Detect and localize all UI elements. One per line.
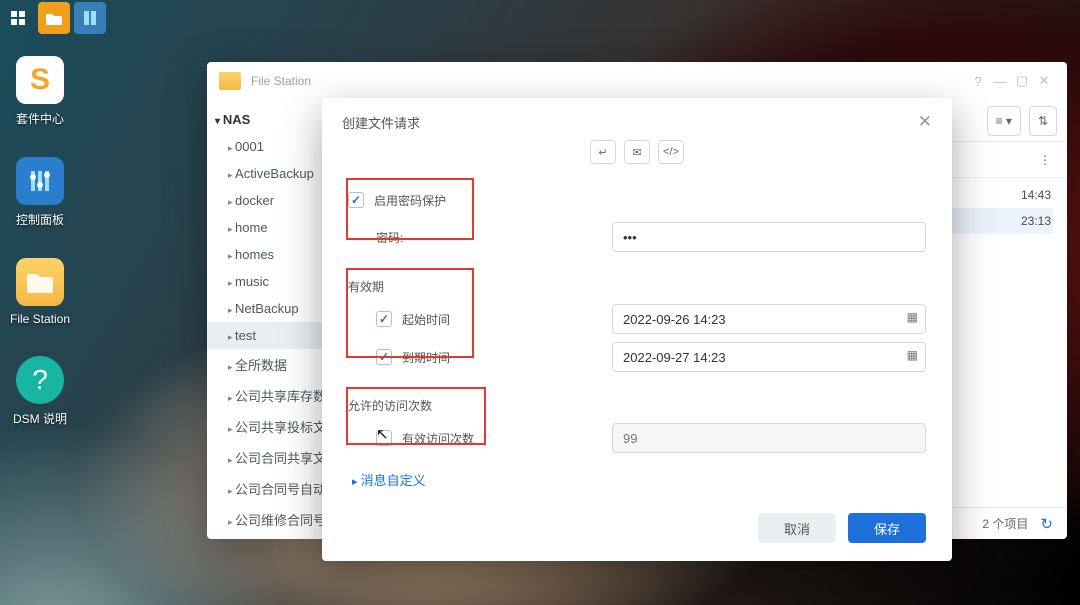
password-section: 启用密码保护 密码: xyxy=(348,176,926,260)
tree-node[interactable]: 公司合同共享文 xyxy=(207,442,323,473)
folder-icon xyxy=(219,72,241,90)
create-file-request-dialog: 创建文件请求 ✕ ↵ ✉ </> 启用密码保护 密码: 有效期 xyxy=(322,98,952,561)
dialog-actions: 取消 保存 xyxy=(322,503,952,543)
tree-node[interactable]: NetBackup xyxy=(207,295,323,322)
dialog-title: 创建文件请求 xyxy=(342,113,420,132)
cancel-button[interactable]: 取消 xyxy=(758,513,836,543)
tree-node[interactable]: 公司资质共享文 xyxy=(207,535,323,539)
calendar-icon[interactable]: ▦ xyxy=(907,348,918,362)
save-button[interactable]: 保存 xyxy=(848,513,926,543)
password-input[interactable] xyxy=(612,222,926,252)
end-time-input[interactable] xyxy=(612,342,926,372)
desktop-icon-package-center[interactable]: S 套件中心 xyxy=(8,56,72,127)
help-icon[interactable]: ? xyxy=(967,74,989,89)
view-list-button[interactable]: ≡ ▾ xyxy=(987,106,1021,136)
validity-title: 有效期 xyxy=(348,276,926,303)
desktop-icon-label: 套件中心 xyxy=(8,110,72,127)
desktop-icon-label: File Station xyxy=(8,312,72,326)
desktop-icon-dsm-help[interactable]: ? DSM 说明 xyxy=(8,356,72,427)
tree-node[interactable]: 全所数据 xyxy=(207,349,323,380)
maximize-icon[interactable]: ▢ xyxy=(1011,73,1033,89)
tree-node-selected[interactable]: test xyxy=(207,322,323,349)
folder-tree: NAS 0001 ActiveBackup docker home homes … xyxy=(207,100,323,539)
message-customize-expander[interactable]: 消息自定义 xyxy=(348,462,926,493)
tree-node[interactable]: 公司共享库存数 xyxy=(207,380,323,411)
visits-input xyxy=(612,423,926,453)
desktop-icon-label: DSM 说明 xyxy=(8,410,72,427)
tree-node[interactable]: homes xyxy=(207,241,323,268)
mode-icon-3[interactable]: </> xyxy=(658,140,684,164)
enable-password-checkbox[interactable] xyxy=(348,192,364,208)
tree-root[interactable]: NAS xyxy=(207,106,323,133)
enable-password-label: 启用密码保护 xyxy=(374,192,446,209)
sort-button[interactable]: ⇅ xyxy=(1029,106,1057,136)
desktop-icons: S 套件中心 控制面板 File Station ? DSM 说明 xyxy=(8,56,72,427)
tree-node[interactable]: home xyxy=(207,214,323,241)
more-icon[interactable]: ⋮ xyxy=(1039,153,1051,167)
dialog-close-icon[interactable]: ✕ xyxy=(918,112,932,132)
taskbar-other-icon[interactable] xyxy=(74,2,106,34)
item-count: 2 个项目 xyxy=(982,515,1028,532)
desktop-icon-label: 控制面板 xyxy=(8,211,72,228)
calendar-icon[interactable]: ▦ xyxy=(907,310,918,324)
tree-node[interactable]: 公司合同号自动 xyxy=(207,473,323,504)
end-time-label: 到期时间 xyxy=(402,349,450,366)
desktop-icon-file-station[interactable]: File Station xyxy=(8,258,72,326)
desktop-icon-control-panel[interactable]: 控制面板 xyxy=(8,157,72,228)
validity-section: 有效期 起始时间 ▦ 到期时间 ▦ xyxy=(348,268,926,381)
tree-node[interactable]: music xyxy=(207,268,323,295)
tree-node[interactable]: 公司维修合同号 xyxy=(207,504,323,535)
start-time-input[interactable] xyxy=(612,304,926,334)
refresh-icon[interactable]: ↻ xyxy=(1040,515,1053,533)
tree-node[interactable]: docker xyxy=(207,187,323,214)
taskbar xyxy=(0,0,108,36)
tree-node[interactable]: ActiveBackup xyxy=(207,160,323,187)
taskbar-filestation-icon[interactable] xyxy=(38,2,70,34)
tree-node[interactable]: 公司共享投标文 xyxy=(207,411,323,442)
window-titlebar: File Station ? — ▢ ✕ xyxy=(207,62,1067,100)
visits-title: 允许的访问次数 xyxy=(348,395,926,422)
minimize-icon[interactable]: — xyxy=(989,74,1011,89)
tree-node[interactable]: 0001 xyxy=(207,133,323,160)
visits-checkbox[interactable] xyxy=(376,430,392,446)
window-title: File Station xyxy=(251,74,311,88)
visits-section: 允许的访问次数 有效访问次数 xyxy=(348,387,926,462)
visits-label: 有效访问次数 xyxy=(402,430,474,447)
start-time-checkbox[interactable] xyxy=(376,311,392,327)
mode-icon-2[interactable]: ✉ xyxy=(624,140,650,164)
password-field-label: 密码: xyxy=(376,231,403,245)
dialog-mode-icons: ↵ ✉ </> xyxy=(322,138,952,172)
close-icon[interactable]: ✕ xyxy=(1033,73,1055,89)
end-time-checkbox[interactable] xyxy=(376,349,392,365)
start-time-label: 起始时间 xyxy=(402,311,450,328)
mode-icon-1[interactable]: ↵ xyxy=(590,140,616,164)
taskbar-apps-icon[interactable] xyxy=(2,2,34,34)
